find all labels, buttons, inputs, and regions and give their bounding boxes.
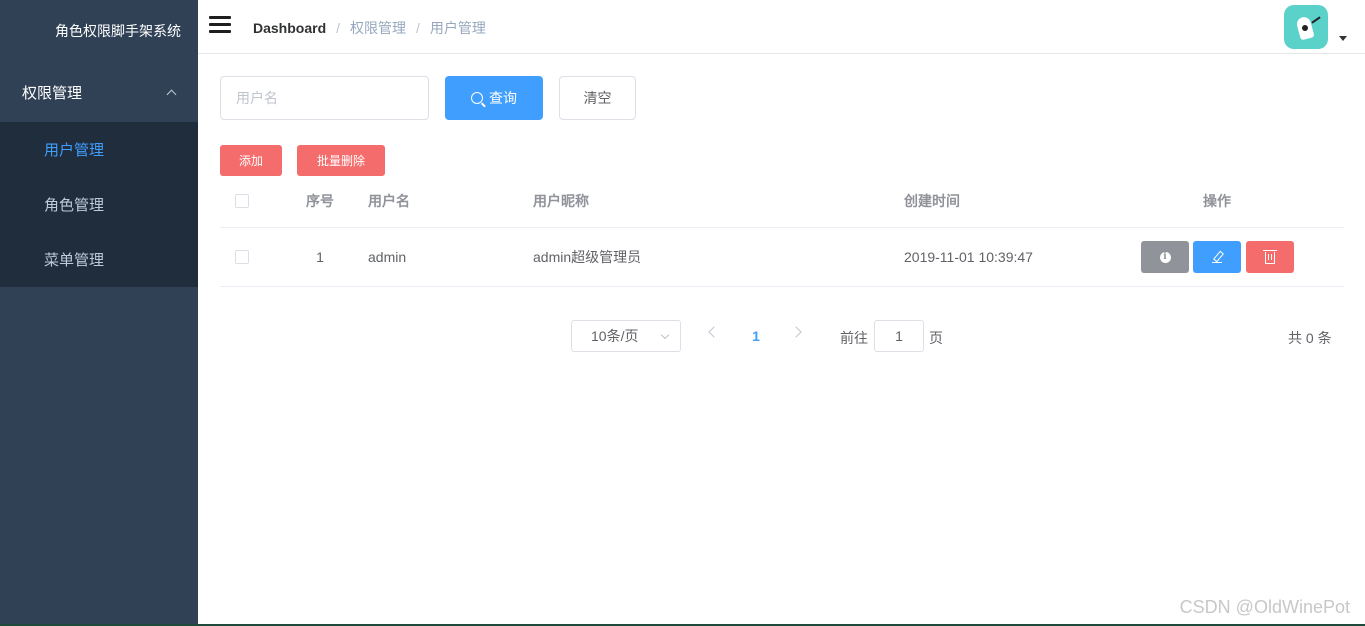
header-ops: 操作 (1203, 193, 1231, 209)
table-row: 1 admin admin超级管理员 2019-11-01 10:39:47 i (220, 228, 1344, 287)
goto-page-input[interactable] (874, 320, 924, 352)
goto-suffix: 页 (929, 330, 943, 346)
sidebar-item-users[interactable]: 用户管理 (0, 122, 198, 177)
breadcrumb: Dashboard / 权限管理 / 用户管理 (253, 18, 486, 38)
info-icon: i (1159, 251, 1171, 263)
clear-button[interactable]: 清空 (559, 76, 636, 120)
query-button[interactable]: 查询 (445, 76, 543, 120)
breadcrumb-home[interactable]: Dashboard (253, 20, 326, 36)
sidebar: 角色权限脚手架系统 权限管理 用户管理 角色管理 菜单管理 (0, 0, 198, 624)
sidebar-group-permissions[interactable]: 权限管理 (0, 62, 198, 122)
username-search-input[interactable] (220, 76, 429, 120)
table-header: 序号 用户名 用户昵称 创建时间 操作 (220, 175, 1344, 228)
header-username: 用户名 (368, 193, 410, 209)
row-index: 1 (316, 249, 324, 265)
info-button[interactable]: i (1141, 241, 1189, 273)
query-button-label: 查询 (489, 90, 517, 106)
search-icon (471, 92, 483, 104)
select-all-checkbox[interactable] (235, 194, 249, 208)
row-nickname: admin超级管理员 (533, 249, 642, 265)
next-page-icon[interactable] (790, 326, 802, 338)
delete-button[interactable] (1246, 241, 1294, 273)
breadcrumb-separator: / (336, 20, 341, 36)
prev-page-icon[interactable] (708, 326, 720, 338)
watermark: CSDN @OldWinePot (1179, 597, 1350, 617)
main-content: 查询 清空 添加 批量删除 序号 用户名 用户昵称 创建时间 操作 1 admi… (198, 55, 1365, 624)
row-checkbox[interactable] (235, 250, 249, 264)
header: Dashboard / 权限管理 / 用户管理 (198, 0, 1365, 54)
header-index: 序号 (306, 193, 334, 209)
chevron-down-icon (660, 330, 670, 340)
total-count: 共 0 条 (1288, 330, 1332, 346)
row-created: 2019-11-01 10:39:47 (904, 249, 1033, 265)
avatar[interactable] (1284, 5, 1328, 49)
chevron-up-icon (166, 87, 176, 97)
pagination: 10条/页 1 前往 页 共 0 条 (198, 320, 1365, 352)
page-size-select[interactable]: 10条/页 (571, 320, 681, 352)
goto-prefix: 前往 (840, 330, 868, 346)
caret-down-icon[interactable] (1339, 36, 1347, 41)
sidebar-group-label: 权限管理 (22, 84, 83, 102)
trash-icon (1263, 250, 1277, 264)
breadcrumb-users: 用户管理 (429, 20, 486, 36)
sidebar-item-roles[interactable]: 角色管理 (0, 177, 198, 232)
sidebar-item-menus[interactable]: 菜单管理 (0, 232, 198, 287)
add-button[interactable]: 添加 (220, 145, 282, 176)
page-size-value: 10条/页 (591, 328, 639, 344)
header-nickname: 用户昵称 (533, 193, 589, 209)
header-created: 创建时间 (904, 193, 960, 209)
edit-button[interactable] (1193, 241, 1241, 273)
user-table: 序号 用户名 用户昵称 创建时间 操作 1 admin admin超级管理员 2… (220, 175, 1344, 287)
batch-delete-button[interactable]: 批量删除 (297, 145, 385, 176)
breadcrumb-separator: / (416, 20, 420, 36)
page-number[interactable]: 1 (746, 320, 766, 352)
app-title: 角色权限脚手架系统 (55, 23, 181, 39)
row-username: admin (368, 249, 407, 265)
edit-icon (1212, 251, 1222, 263)
hamburger-icon[interactable] (209, 16, 231, 34)
breadcrumb-permissions: 权限管理 (350, 20, 407, 36)
submenu: 用户管理 角色管理 菜单管理 (0, 122, 198, 287)
